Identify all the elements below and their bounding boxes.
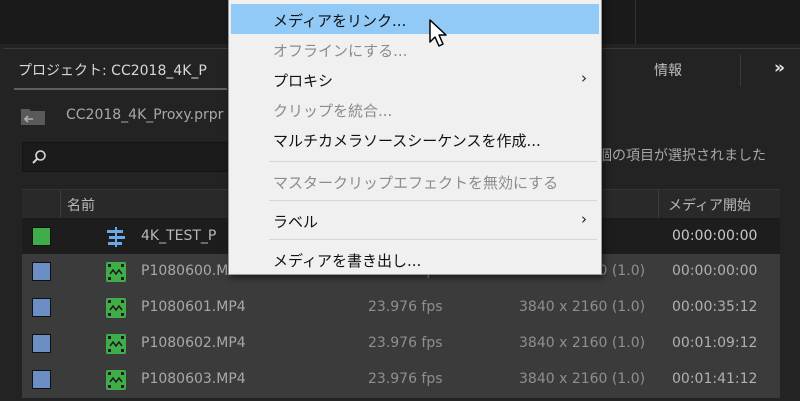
media-start: 00:00:00:00	[672, 263, 758, 279]
menu-item-label: メディアをリンク...	[273, 12, 407, 30]
media-start: 00:01:09:12	[672, 335, 758, 351]
video-clip-icon	[106, 370, 126, 390]
project-tab[interactable]: プロジェクト: CC2018_4K_P	[14, 60, 227, 90]
frame-rate: 23.976 fps	[368, 371, 443, 387]
menu-separator	[269, 161, 597, 162]
media-start: 00:00:35:12	[672, 299, 758, 315]
menu-separator	[269, 239, 597, 240]
clip-name: P1080602.MP4	[141, 335, 246, 351]
label-color-swatch[interactable]	[32, 370, 51, 389]
resolution: 3840 x 2160 (1.0)	[519, 299, 646, 315]
menu-item-label: マルチカメラソースシーケンスを作成...	[273, 132, 541, 150]
table-row[interactable]: P1080603.MP4 23.976 fps 3840 x 2160 (1.0) 0…	[22, 362, 780, 398]
video-clip-icon	[106, 262, 126, 282]
label-color-swatch[interactable]	[32, 227, 51, 246]
menu-item-consolidate-clips[interactable]: クリップを統合...	[231, 94, 599, 124]
tab-info[interactable]: 情報	[654, 60, 682, 80]
table-row[interactable]: P1080602.MP4 23.976 fps 3840 x 2160 (1.0) 0…	[22, 326, 780, 362]
active-tab-underline	[14, 88, 227, 90]
menu-item-label: マスタークリップエフェクトを無効にする	[273, 174, 559, 192]
mouse-pointer-icon	[429, 19, 447, 47]
search-icon	[32, 150, 46, 164]
tab-divider	[740, 54, 741, 86]
resolution: 3840 x 2160 (1.0)	[519, 371, 646, 387]
menu-item-label: クリップを統合...	[273, 102, 393, 120]
video-clip-icon	[106, 298, 126, 318]
video-clip-icon	[106, 334, 126, 354]
sequence-icon	[107, 227, 125, 247]
project-folder-icon	[21, 109, 45, 125]
frame-rate: 23.976 fps	[368, 299, 443, 315]
media-start: 00:01:41:12	[672, 371, 758, 387]
clip-name: P1080603.MP4	[141, 371, 246, 387]
panel-overflow-button[interactable]: »	[774, 58, 785, 78]
clip-name: P1080601.MP4	[141, 299, 246, 315]
menu-item-export-media[interactable]: メディアを書き出し...	[231, 244, 599, 274]
column-divider[interactable]	[658, 190, 659, 218]
menu-item-label: オフラインにする...	[273, 42, 408, 60]
column-header-name[interactable]: 名前	[67, 195, 95, 215]
search-field[interactable]	[22, 142, 234, 172]
context-menu: メディアをリンク... オフラインにする... プロキシ › クリップを統合..…	[228, 0, 602, 275]
column-divider[interactable]	[60, 190, 61, 218]
table-row[interactable]: P1080601.MP4 23.976 fps 3840 x 2160 (1.0) 0…	[22, 290, 780, 326]
menu-item-proxy[interactable]: プロキシ ›	[231, 64, 599, 94]
top-divider	[635, 0, 636, 44]
menu-item-label: ラベル	[273, 213, 319, 231]
frame-rate: 23.976 fps	[368, 335, 443, 351]
menu-item-disable-masterclip-effects[interactable]: マスタークリップエフェクトを無効にする	[231, 166, 599, 196]
media-start: 00:00:00:00	[672, 228, 758, 244]
menu-item-label: プロキシ	[273, 72, 334, 90]
menu-separator	[269, 200, 597, 201]
menu-item-label-submenu[interactable]: ラベル ›	[231, 205, 599, 235]
project-file-name: CC2018_4K_Proxy.prpr	[66, 107, 224, 123]
label-color-swatch[interactable]	[32, 262, 51, 281]
menu-item-label: メディアを書き出し...	[273, 252, 422, 270]
project-tab-label: プロジェクト: CC2018_4K_P	[18, 63, 207, 79]
label-color-swatch[interactable]	[32, 334, 51, 353]
clip-name: 4K_TEST_P	[141, 228, 217, 244]
menu-item-create-multicam-sequence[interactable]: マルチカメラソースシーケンスを作成...	[231, 124, 599, 154]
submenu-arrow-icon: ›	[581, 210, 587, 228]
column-header-media-start[interactable]: メディア開始	[668, 195, 751, 215]
menu-item-link-media[interactable]: メディアをリンク...	[231, 4, 599, 34]
selection-status: 個の項目が選択されました	[598, 148, 766, 164]
menu-item-make-offline[interactable]: オフラインにする...	[231, 34, 599, 64]
label-color-swatch[interactable]	[32, 298, 51, 317]
submenu-arrow-icon: ›	[581, 69, 587, 87]
resolution: 3840 x 2160 (1.0)	[519, 335, 646, 351]
